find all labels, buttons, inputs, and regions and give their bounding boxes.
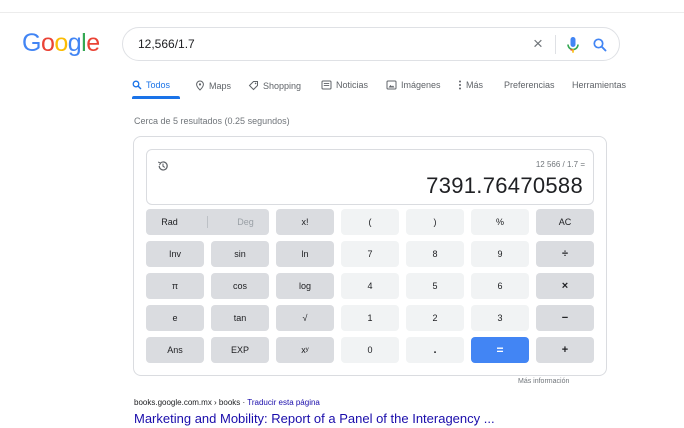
tab-herramientas[interactable]: Herramientas — [572, 80, 626, 90]
key-open-paren[interactable]: ( — [341, 209, 399, 235]
key-equals[interactable]: = — [471, 337, 529, 363]
google-logo[interactable]: Google — [22, 28, 100, 58]
key-power[interactable]: xʸ — [276, 337, 334, 363]
logo-letter: G — [22, 29, 41, 57]
key-rad[interactable]: Rad — [161, 217, 178, 227]
logo-letter: e — [86, 29, 100, 57]
tab-label: Shopping — [263, 80, 302, 91]
key-divide[interactable]: ÷ — [536, 241, 594, 267]
rad-deg-toggle[interactable]: Rad Deg — [146, 209, 269, 235]
tab-imagenes[interactable]: Imágenes — [386, 80, 441, 90]
key-7[interactable]: 7 — [341, 241, 399, 267]
calculator-widget: 12 566 / 1.7 = 7391.76470588 Rad Deg x! … — [133, 136, 607, 376]
image-icon — [386, 80, 397, 90]
key-close-paren[interactable]: ) — [406, 209, 464, 235]
key-exp[interactable]: EXP — [211, 337, 269, 363]
top-divider — [0, 12, 684, 13]
key-sin[interactable]: sin — [211, 241, 269, 267]
logo-letter: o — [54, 29, 68, 57]
rad-deg-separator — [206, 216, 208, 228]
key-log[interactable]: log — [276, 273, 334, 299]
key-e[interactable]: e — [146, 305, 204, 331]
key-deg[interactable]: Deg — [237, 217, 254, 227]
tab-label: Preferencias — [504, 80, 555, 90]
tab-label: Noticias — [336, 80, 369, 90]
map-pin-icon — [196, 80, 204, 91]
tab-shopping[interactable]: Shopping — [248, 80, 301, 91]
result-cite: books.google.com.mx › books · Traducir e… — [134, 398, 320, 407]
tab-label: Imágenes — [401, 80, 441, 90]
key-ln[interactable]: ln — [276, 241, 334, 267]
key-0[interactable]: 0 — [341, 337, 399, 363]
tab-label: Herramientas — [572, 80, 627, 90]
key-4[interactable]: 4 — [341, 273, 399, 299]
calculator-expression: 12 566 / 1.7 = — [535, 160, 585, 169]
tab-label: Todos — [146, 80, 171, 90]
search-box[interactable]: 12,566/1.7 × — [122, 27, 620, 61]
tab-label: Maps — [209, 80, 232, 91]
result-stats: Cerca de 5 resultados (0.25 segundos) — [134, 116, 290, 126]
result-url[interactable]: books.google.com.mx › books — [134, 398, 240, 407]
key-add[interactable]: + — [536, 337, 594, 363]
tab-maps[interactable]: Maps — [195, 80, 231, 91]
tab-noticias[interactable]: Noticias — [321, 80, 368, 90]
search-box-divider — [555, 35, 556, 54]
active-tab-indicator — [132, 96, 180, 99]
key-decimal[interactable]: . — [406, 337, 464, 363]
key-cos[interactable]: cos — [211, 273, 269, 299]
key-pi[interactable]: π — [146, 273, 204, 299]
tab-todos[interactable]: Todos — [132, 80, 170, 90]
news-icon — [321, 80, 332, 90]
key-1[interactable]: 1 — [341, 305, 399, 331]
logo-letter: o — [40, 29, 55, 57]
tab-mas[interactable]: Más — [458, 80, 483, 90]
key-inv[interactable]: Inv — [146, 241, 204, 267]
tag-icon — [248, 81, 258, 91]
calculator-display: 12 566 / 1.7 = 7391.76470588 — [146, 149, 594, 205]
key-8[interactable]: 8 — [406, 241, 464, 267]
key-2[interactable]: 2 — [406, 305, 464, 331]
key-3[interactable]: 3 — [471, 305, 529, 331]
key-9[interactable]: 9 — [471, 241, 529, 267]
key-6[interactable]: 6 — [471, 273, 529, 299]
close-icon[interactable]: × — [527, 33, 549, 55]
search-icon — [132, 80, 142, 90]
tab-preferencias[interactable]: Preferencias — [504, 80, 555, 90]
search-input[interactable]: 12,566/1.7 — [138, 37, 195, 51]
search-icon[interactable] — [589, 34, 611, 56]
mic-icon[interactable] — [563, 34, 583, 56]
key-ans[interactable]: Ans — [146, 337, 204, 363]
more-info-link[interactable]: Más información — [518, 378, 569, 385]
history-icon[interactable] — [156, 159, 170, 173]
key-factorial[interactable]: x! — [276, 209, 334, 235]
key-subtract[interactable]: − — [536, 305, 594, 331]
key-5[interactable]: 5 — [406, 273, 464, 299]
calculator-result: 7391.76470588 — [426, 173, 583, 198]
key-multiply[interactable]: × — [536, 273, 594, 299]
key-sqrt[interactable]: √ — [276, 305, 334, 331]
key-percent[interactable]: % — [471, 209, 529, 235]
more-vert-icon — [459, 80, 461, 90]
translate-link[interactable]: Traducir esta página — [247, 398, 320, 407]
tab-label: Más — [466, 80, 484, 90]
key-tan[interactable]: tan — [211, 305, 269, 331]
key-all-clear[interactable]: AC — [536, 209, 594, 235]
logo-letter: g — [67, 29, 82, 57]
result-title-link[interactable]: Marketing and Mobility: Report of a Pane… — [134, 411, 495, 426]
